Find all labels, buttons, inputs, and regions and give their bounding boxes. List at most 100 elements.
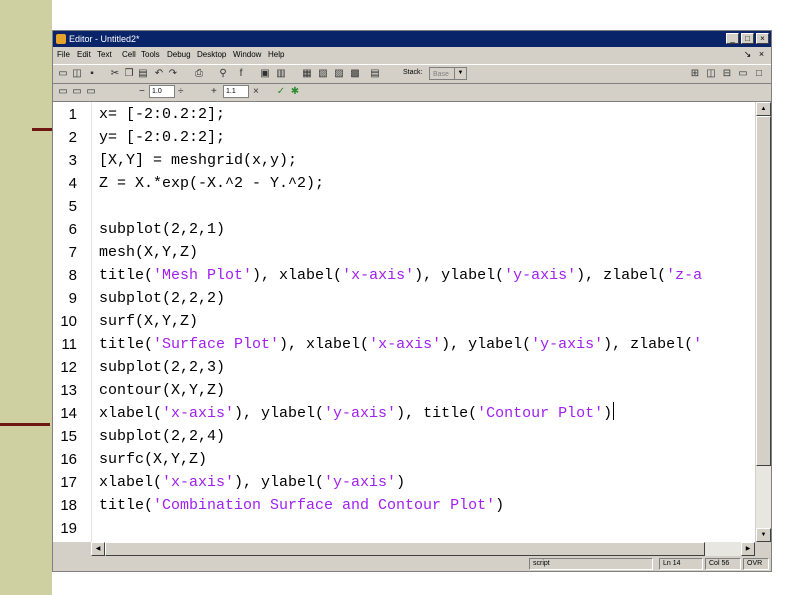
menu-text[interactable]: Text [97,47,112,63]
divide-icon[interactable]: ÷ [178,85,184,99]
eval-cell-icon[interactable]: ▭ [57,86,69,98]
code-line[interactable]: 4 Z = X.*exp(-X.^2 - Y.^2); [53,172,755,195]
times-icon[interactable]: × [253,85,259,99]
code-line[interactable]: 16 surfc(X,Y,Z) [53,448,755,471]
tile-icon[interactable]: ⊞ [689,68,701,80]
scroll-down-button[interactable]: ▼ [756,528,771,542]
code-line[interactable]: 17 xlabel('x-axis'), ylabel('y-axis') [53,471,755,494]
code-line[interactable]: 14 xlabel('x-axis'), ylabel('y-axis'), ti… [53,402,755,425]
horizontal-scroll-thumb[interactable] [105,542,705,556]
code-line[interactable]: 9 subplot(2,2,2) [53,287,755,310]
code-line[interactable]: 18 title('Combination Surface and Contour… [53,494,755,517]
scroll-left-button[interactable]: ◀ [91,542,105,556]
string-literal: 'y-axis' [324,405,397,422]
code-editor[interactable]: 1 x= [-2:0.2:2]; 2 y= [-2:0.2:2]; 3 [X,Y] = m… [53,102,755,542]
code-line[interactable]: 10 surf(X,Y,Z) [53,310,755,333]
code-text: Z = X.*exp(-X.^2 - Y.^2); [99,172,324,195]
save-icon[interactable]: ▪ [86,68,98,80]
code-line[interactable]: 12 subplot(2,2,3) [53,356,755,379]
step-in-icon[interactable]: ▧ [317,68,329,80]
scroll-right-button[interactable]: ▶ [741,542,755,556]
menu-file[interactable]: File [57,47,70,63]
chevron-down-icon[interactable]: ▼ [454,68,466,79]
continue-icon[interactable]: ▩ [349,68,361,80]
menu-tools[interactable]: Tools [141,47,160,63]
code-text: [X,Y] = meshgrid(x,y); [99,149,297,172]
code-line[interactable]: 6 subplot(2,2,1) [53,218,755,241]
print-icon[interactable]: ⎙ [193,68,205,80]
redo-icon[interactable]: ↷ [167,68,179,80]
minus-icon[interactable]: − [139,85,145,99]
set-breakpoint-icon[interactable]: ▥ [275,68,287,80]
string-literal: ' [693,336,703,353]
show-cell-titles-icon[interactable]: ✓ [275,86,287,98]
line-number: 6 [68,221,77,238]
stack-value: Base [433,71,449,78]
open-icon[interactable]: ◫ [71,68,83,80]
code-token: ), ylabel( [441,336,532,353]
code-line[interactable]: 7 mesh(X,Y,Z) [53,241,755,264]
plus-icon[interactable]: + [211,85,217,99]
code-line[interactable]: 1 x= [-2:0.2:2]; [53,103,755,126]
maximize-button[interactable]: □ [741,33,754,44]
find-icon[interactable]: ⚲ [217,68,229,80]
eval-advance-icon[interactable]: ▭ [71,86,83,98]
cell-value-input-2[interactable]: 1.1 [223,85,249,98]
cell-value-input-1[interactable]: 1.0 [149,85,175,98]
stack-select[interactable]: Base ▼ [429,67,467,80]
horizontal-scrollbar[interactable]: ◀ ▶ [91,542,755,556]
menu-desktop[interactable]: Desktop [197,47,226,63]
maximize-pane-icon[interactable]: □ [753,68,765,80]
step-out-icon[interactable]: ▨ [333,68,345,80]
code-line[interactable]: 19 [53,517,755,540]
code-token: y= [-2:0.2:2]; [99,129,226,146]
menu-debug[interactable]: Debug [167,47,191,63]
split-vertical-icon[interactable]: ⊟ [721,68,733,80]
undock-button[interactable]: ↘ [742,49,753,60]
copy-icon[interactable]: ❐ [123,68,135,80]
close-document-button[interactable]: × [756,49,767,60]
title-bar[interactable]: Editor - Untitled2* _ □ × [53,31,771,47]
eval-file-icon[interactable]: ▭ [85,86,97,98]
string-literal: 'Surface Plot' [153,336,280,353]
minimize-button[interactable]: _ [726,33,739,44]
code-line[interactable]: 5 [53,195,755,218]
string-literal: 'z-a [666,267,703,284]
code-line[interactable]: 2 y= [-2:0.2:2]; [53,126,755,149]
code-text: subplot(2,2,4) [99,425,225,448]
string-literal: 'y-axis' [504,267,577,284]
code-line[interactable]: 8 title('Mesh Plot'), xlabel('x-axis'), y… [53,264,755,287]
code-text: subplot(2,2,3) [99,356,225,379]
scroll-up-button[interactable]: ▲ [756,102,771,116]
function-icon[interactable]: f [235,68,247,80]
split-horizontal-icon[interactable]: ◫ [705,68,717,80]
string-literal: 'x-axis' [342,267,415,284]
cut-icon[interactable]: ✂ [109,68,121,80]
slide-rule-bottom [0,423,50,426]
exit-debug-icon[interactable]: ▤ [369,68,381,80]
paste-icon[interactable]: ▤ [137,68,149,80]
clear-breakpoint-icon[interactable]: ▣ [259,68,271,80]
menu-bar: File Edit Text Cell Tools Debug Desktop … [53,47,771,63]
menu-help[interactable]: Help [268,47,284,63]
code-line[interactable]: 15 subplot(2,2,4) [53,425,755,448]
vertical-scroll-thumb[interactable] [756,116,771,466]
code-token: xlabel( [99,474,163,491]
step-icon[interactable]: ▦ [301,68,313,80]
vertical-scrollbar[interactable]: ▲ ▼ [755,102,771,542]
close-button[interactable]: × [756,33,769,44]
cell-publish-icon[interactable]: ✱ [289,86,301,98]
code-line[interactable]: 3 [X,Y] = meshgrid(x,y); [53,149,755,172]
new-file-icon[interactable]: ▭ [57,68,69,80]
code-line[interactable]: 11 title('Surface Plot'), xlabel('x-axis'… [53,333,755,356]
menu-window[interactable]: Window [233,47,261,63]
code-token: contour(X,Y,Z) [99,382,226,399]
float-icon[interactable]: ▭ [737,68,749,80]
menu-cell[interactable]: Cell [122,47,136,63]
menu-edit[interactable]: Edit [77,47,91,63]
code-token: title( [99,336,154,353]
undo-icon[interactable]: ↶ [153,68,165,80]
code-token: ), ylabel( [414,267,505,284]
code-line[interactable]: 13 contour(X,Y,Z) [53,379,755,402]
code-text: x= [-2:0.2:2]; [99,103,225,126]
